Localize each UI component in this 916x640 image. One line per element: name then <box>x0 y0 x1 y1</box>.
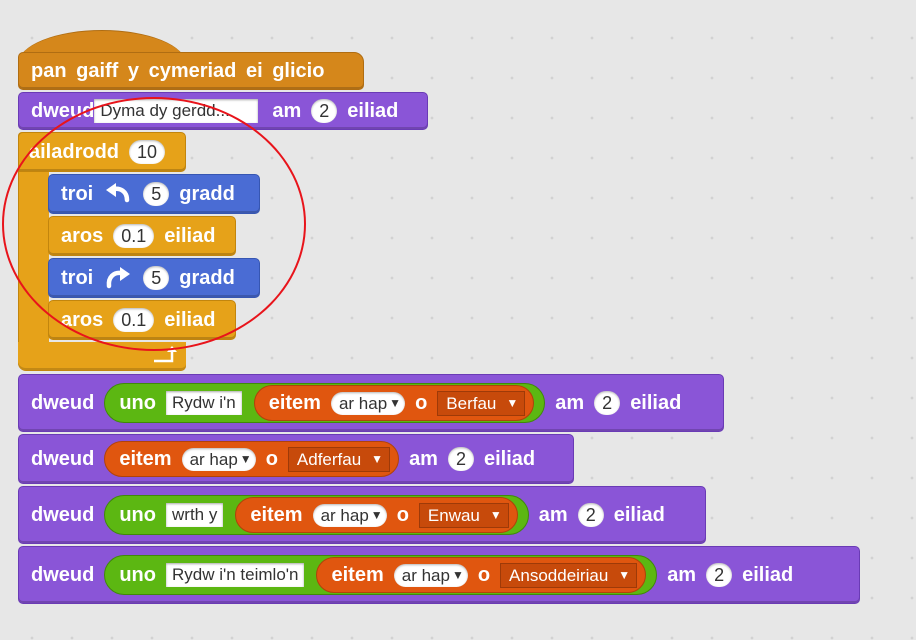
item-label: eitem <box>119 447 172 470</box>
say-join-block[interactable]: dweud uno Rydw i'n eitem ar hap ▼ o Berfa… <box>18 374 724 432</box>
item-reporter[interactable]: eitem ar hap ▼ o Adferfau ▼ <box>104 441 400 477</box>
join-text-input[interactable]: Rydw i'n teimlo'n <box>166 563 305 587</box>
seconds-input[interactable]: 2 <box>311 99 338 123</box>
degrees-input[interactable]: 5 <box>143 182 170 206</box>
say-label: dweud <box>31 99 95 122</box>
item-label: eitem <box>331 563 384 586</box>
join-label: uno <box>119 563 156 586</box>
list-name: Enwau <box>427 505 480 525</box>
of-label: o <box>415 391 428 414</box>
seconds-unit-label: eiliad <box>347 99 399 122</box>
say-intro-block[interactable]: dweud Dyma dy gerdd... am 2 eiliad <box>18 92 428 130</box>
wait-label: aros <box>61 308 104 331</box>
join-reporter[interactable]: uno Rydw i'n teimlo'n eitem ar hap ▼ o An… <box>104 555 658 595</box>
random-label: ar hap <box>401 565 450 585</box>
seconds-input[interactable]: 2 <box>706 563 733 587</box>
for-label: am <box>409 447 438 470</box>
repeat-label: ailadrodd <box>29 140 120 163</box>
wait-seconds-input[interactable]: 0.1 <box>113 308 155 332</box>
say-item-block[interactable]: dweud eitem ar hap ▼ o Adferfau ▼ am 2 eil… <box>18 434 574 484</box>
for-label: am <box>555 391 585 414</box>
join-label: uno <box>119 391 156 414</box>
wait-label: aros <box>61 224 104 247</box>
degrees-input[interactable]: 5 <box>143 266 170 290</box>
wait-seconds-input[interactable]: 0.1 <box>113 224 155 248</box>
wait-block[interactable]: aros 0.1 eiliad <box>48 300 236 340</box>
wait-unit-label: eiliad <box>164 308 216 331</box>
loop-arrow-icon <box>152 344 178 366</box>
seconds-unit-label: eiliad <box>613 503 665 526</box>
item-label: eitem <box>268 391 321 414</box>
for-label: am <box>272 99 302 122</box>
item-label: eitem <box>250 503 303 526</box>
join-reporter[interactable]: uno wrth y eitem ar hap ▼ o Enwau ▼ <box>104 495 529 535</box>
say-label: dweud <box>31 563 95 586</box>
seconds-input[interactable]: 2 <box>447 447 474 471</box>
hat-label: pan gaiff y cymeriad ei glicio <box>31 59 325 82</box>
say-label: dweud <box>31 391 95 414</box>
list-name: Ansoddeiriau <box>509 565 609 585</box>
item-reporter[interactable]: eitem ar hap ▼ o Ansoddeiriau ▼ <box>316 557 647 593</box>
join-reporter[interactable]: uno Rydw i'n eitem ar hap ▼ o Berfau ▼ <box>104 383 546 423</box>
join-label: uno <box>119 503 156 526</box>
join-text-input[interactable]: Rydw i'n <box>166 391 242 415</box>
say-join-block[interactable]: dweud uno Rydw i'n teimlo'n eitem ar hap… <box>18 546 860 604</box>
turn-label: troi <box>61 266 94 289</box>
item-reporter[interactable]: eitem ar hap ▼ o Enwau ▼ <box>235 497 518 533</box>
say-message-input[interactable]: Dyma dy gerdd... <box>94 99 259 123</box>
dropdown-arrow-icon: ▼ <box>489 507 502 522</box>
turn-right-block[interactable]: troi 5 gradd <box>48 258 260 298</box>
wait-unit-label: eiliad <box>164 224 216 247</box>
say-label: dweud <box>31 503 95 526</box>
seconds-unit-label: eiliad <box>742 563 794 586</box>
say-label: dweud <box>31 447 95 470</box>
for-label: am <box>667 563 697 586</box>
turn-left-block[interactable]: troi 5 gradd <box>48 174 260 214</box>
when-sprite-clicked-block[interactable]: pan gaiff y cymeriad ei glicio <box>18 52 364 90</box>
seconds-input[interactable]: 2 <box>594 391 621 415</box>
item-reporter[interactable]: eitem ar hap ▼ o Berfau ▼ <box>253 385 535 421</box>
random-label: ar hap <box>189 449 238 469</box>
say-join-block[interactable]: dweud uno wrth y eitem ar hap ▼ o Enwau ▼ … <box>18 486 706 544</box>
for-label: am <box>538 503 568 526</box>
of-label: o <box>396 503 409 526</box>
dropdown-arrow-icon: ▼ <box>618 567 631 582</box>
degrees-unit-label: gradd <box>179 182 235 205</box>
dropdown-arrow-icon: ▼ <box>451 567 464 582</box>
list-name: Berfau <box>446 393 497 413</box>
list-dropdown[interactable]: Berfau ▼ <box>437 390 526 416</box>
dropdown-arrow-icon: ▼ <box>239 451 252 466</box>
random-label: ar hap <box>320 505 369 525</box>
dropdown-arrow-icon: ▼ <box>506 395 519 410</box>
repeat-count-input[interactable]: 10 <box>129 140 166 164</box>
list-dropdown[interactable]: Enwau ▼ <box>418 502 509 528</box>
dropdown-arrow-icon: ▼ <box>370 507 383 522</box>
random-dropdown[interactable]: ar hap ▼ <box>312 503 387 527</box>
random-dropdown[interactable]: ar hap ▼ <box>393 563 468 587</box>
repeat-block[interactable]: ailadrodd 10 <box>18 132 186 172</box>
degrees-unit-label: gradd <box>179 266 235 289</box>
dropdown-arrow-icon: ▼ <box>389 395 402 410</box>
of-label: o <box>477 563 491 586</box>
join-text-input[interactable]: wrth y <box>166 503 224 527</box>
seconds-unit-label: eiliad <box>630 391 682 414</box>
random-dropdown[interactable]: ar hap ▼ <box>330 391 406 415</box>
of-label: o <box>265 447 278 470</box>
turn-right-icon <box>103 266 133 290</box>
dropdown-arrow-icon: ▼ <box>371 451 384 466</box>
random-dropdown[interactable]: ar hap ▼ <box>181 447 256 471</box>
turn-left-icon <box>103 182 133 206</box>
random-label: ar hap <box>338 393 388 413</box>
seconds-unit-label: eiliad <box>483 447 536 470</box>
wait-block[interactable]: aros 0.1 eiliad <box>48 216 236 256</box>
turn-label: troi <box>61 182 94 205</box>
seconds-input[interactable]: 2 <box>577 503 604 527</box>
list-dropdown[interactable]: Ansoddeiriau ▼ <box>500 562 638 588</box>
list-dropdown[interactable]: Adferfau ▼ <box>287 446 391 472</box>
list-name: Adferfau <box>296 449 362 469</box>
